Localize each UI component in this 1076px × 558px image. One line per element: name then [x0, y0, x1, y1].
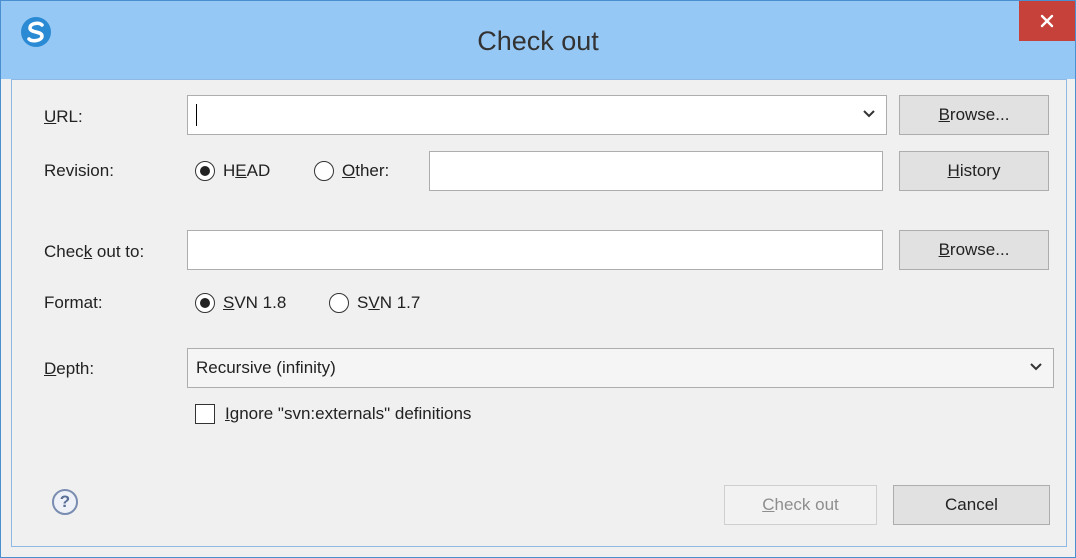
- format-label: Format:: [44, 293, 103, 312]
- checkout-to-browse-button[interactable]: Browse...: [899, 230, 1049, 270]
- history-button[interactable]: History: [899, 151, 1049, 191]
- checkout-dialog: Check out URL: Browse... Revision: HEAD …: [0, 0, 1076, 558]
- svn18-radio[interactable]: [195, 293, 215, 313]
- head-radio[interactable]: [195, 161, 215, 181]
- dialog-body: URL: Browse... Revision: HEAD Other: His…: [11, 79, 1067, 547]
- other-revision-input[interactable]: [429, 151, 883, 191]
- revision-label: Revision:: [44, 161, 114, 180]
- checkout-to-label: Check out to:: [44, 242, 145, 261]
- text-cursor: [196, 104, 197, 126]
- checkout-button[interactable]: Check out: [724, 485, 877, 525]
- cancel-button[interactable]: Cancel: [893, 485, 1050, 525]
- url-label: URL:: [44, 107, 83, 126]
- svn18-radio-label: SVN 1.8: [223, 293, 287, 312]
- chevron-down-icon: [1030, 363, 1042, 371]
- depth-select[interactable]: Recursive (infinity): [187, 348, 1054, 388]
- help-icon[interactable]: ?: [52, 489, 78, 515]
- close-icon: [1040, 14, 1054, 28]
- close-button[interactable]: [1019, 1, 1075, 41]
- depth-value: Recursive (infinity): [196, 358, 336, 377]
- other-radio[interactable]: [314, 161, 334, 181]
- checkout-to-input[interactable]: [187, 230, 883, 270]
- window-title: Check out: [477, 26, 599, 56]
- url-browse-button[interactable]: Browse...: [899, 95, 1049, 135]
- chevron-down-icon[interactable]: [862, 109, 876, 119]
- url-combo[interactable]: [187, 95, 887, 135]
- ignore-externals-label: Ignore "svn:externals" definitions: [225, 404, 472, 423]
- title-bar[interactable]: Check out: [1, 1, 1075, 79]
- ignore-externals-checkbox[interactable]: [195, 404, 215, 424]
- head-radio-label: HEAD: [223, 161, 271, 180]
- svn17-radio[interactable]: [329, 293, 349, 313]
- depth-label: Depth:: [44, 359, 95, 378]
- svn17-radio-label: SVN 1.7: [357, 293, 421, 312]
- other-radio-label: Other:: [342, 161, 390, 180]
